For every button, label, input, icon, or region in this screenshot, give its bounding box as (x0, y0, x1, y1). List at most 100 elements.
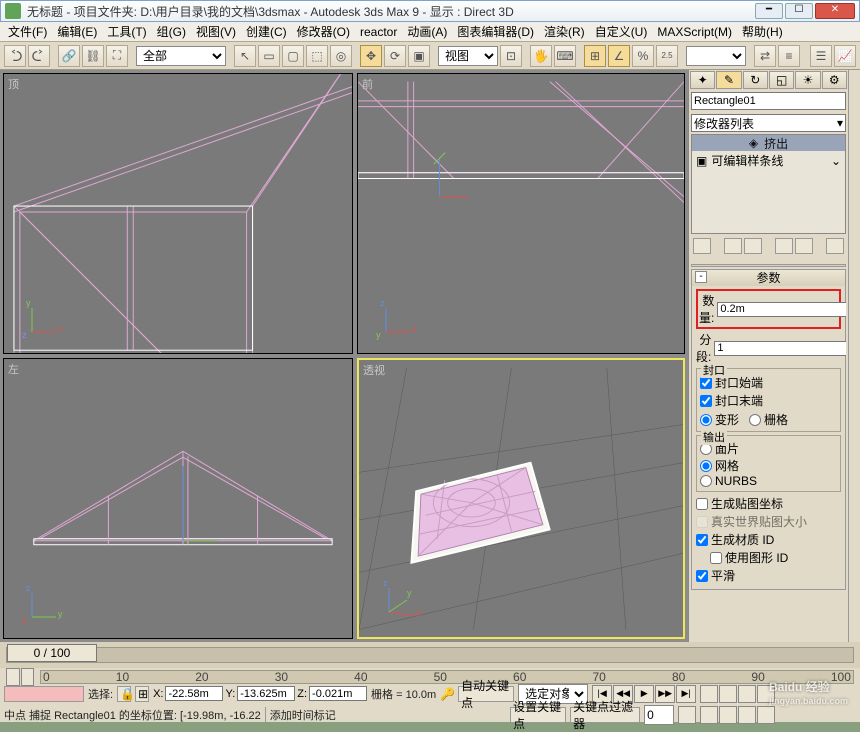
command-tab-0[interactable]: ✦ (690, 71, 715, 89)
menu-item[interactable]: 动画(A) (403, 21, 451, 42)
menu-item[interactable]: 图表编辑器(D) (453, 21, 538, 42)
menu-item[interactable]: 帮助(H) (738, 21, 787, 42)
amount-spinner[interactable]: ▴▾ (717, 302, 846, 317)
command-tab-5[interactable]: ⚙ (822, 71, 847, 89)
command-tab-4[interactable]: ☀ (795, 71, 820, 89)
segments-spinner[interactable]: ▴▾ (714, 341, 846, 356)
viewport-perspective[interactable]: 透视 (357, 358, 685, 639)
output-mesh-radio[interactable] (700, 460, 712, 472)
time-config-button[interactable] (678, 706, 696, 724)
unlink-button[interactable]: ⛓ (82, 45, 104, 67)
viewport-left[interactable]: 左 zyx (3, 358, 353, 639)
abs-rel-button[interactable]: ⊞ (135, 686, 149, 702)
link-button[interactable]: 🔗 (58, 45, 80, 67)
nav-min-button[interactable] (757, 706, 775, 724)
remove-modifier-button[interactable] (775, 238, 793, 254)
command-tab-1[interactable]: ✎ (716, 71, 741, 89)
move-button[interactable]: ✥ (360, 45, 382, 67)
modifier-stack-header[interactable]: ◈挤出 (692, 135, 845, 151)
align-button[interactable]: ≡ (778, 45, 800, 67)
keyfilter-button[interactable]: 关键点过滤器 (570, 707, 640, 723)
ref-coord-dropdown[interactable]: 视图 (438, 46, 498, 66)
output-nurbs-radio[interactable] (700, 475, 712, 487)
next-frame-button[interactable]: ▶▶ (655, 685, 675, 703)
keyboard-shortcut-button[interactable]: ⌨ (554, 45, 576, 67)
coord-y-input[interactable] (237, 686, 295, 701)
viewport-zoom-button[interactable] (719, 685, 737, 703)
modifier-list-dropdown[interactable]: 修改器列表▾ (691, 114, 846, 132)
setkey-button[interactable]: 设置关键点 (510, 707, 566, 723)
modifier-sets-button[interactable] (826, 238, 844, 254)
redo-button[interactable] (28, 45, 50, 67)
cap-morph-radio[interactable] (700, 414, 712, 426)
make-unique-button[interactable] (744, 238, 762, 254)
minimize-button[interactable]: ━ (755, 3, 783, 19)
smooth-checkbox[interactable] (696, 570, 708, 582)
menu-item[interactable]: reactor (356, 23, 401, 41)
menu-item[interactable]: MAXScript(M) (653, 23, 736, 41)
menu-item[interactable]: 修改器(O) (293, 21, 354, 42)
time-slider[interactable]: 0 / 100 (0, 642, 860, 668)
nav-max-button[interactable] (738, 706, 756, 724)
command-tab-2[interactable]: ↻ (743, 71, 768, 89)
window-crossing-button[interactable]: ⬚ (306, 45, 328, 67)
bind-button[interactable]: ⛶ (106, 45, 128, 67)
object-name-input[interactable] (691, 92, 846, 110)
track-bar[interactable]: 0102030405060708090100 (40, 670, 854, 684)
curve-editor-button[interactable]: 📈 (834, 45, 856, 67)
goto-end-button[interactable]: ▶| (676, 685, 696, 703)
panel-scrollbar[interactable] (848, 70, 860, 642)
snap-toggle-button[interactable]: ⊞ (584, 45, 606, 67)
pivot-center-button[interactable]: ⊡ (500, 45, 522, 67)
nav-walk-button[interactable] (719, 706, 737, 724)
maximize-button[interactable]: ☐ (785, 3, 813, 19)
coord-x-input[interactable] (165, 686, 223, 701)
viewport-front[interactable]: 前 zxy (357, 73, 685, 354)
modifier-stack[interactable]: ◈挤出 ▣可编辑样条线⌄ (691, 134, 846, 234)
viewport-top[interactable]: 顶 yxz (3, 73, 353, 354)
menu-item[interactable]: 组(G) (153, 21, 190, 42)
cap-start-checkbox[interactable] (700, 377, 712, 389)
play-button[interactable]: ▶ (634, 685, 654, 703)
menu-item[interactable]: 文件(F) (4, 21, 51, 42)
manipulate-button[interactable]: 🖐 (530, 45, 552, 67)
selection-filter-button[interactable]: ◎ (330, 45, 352, 67)
viewport-pan-button[interactable] (700, 685, 718, 703)
close-button[interactable]: ✕ (815, 3, 855, 19)
layer-button[interactable]: ☰ (810, 45, 832, 67)
select-name-button[interactable]: ▭ (258, 45, 280, 67)
menu-item[interactable]: 工具(T) (103, 21, 150, 42)
params-rollup-header[interactable]: -参数 (692, 270, 845, 286)
named-selection-set[interactable] (686, 46, 746, 66)
scale-button[interactable]: ▣ (408, 45, 430, 67)
mirror-button[interactable]: ⇄ (754, 45, 776, 67)
use-shapeid-checkbox[interactable] (710, 552, 722, 564)
viewport-zoomext-button[interactable] (738, 685, 756, 703)
autokey-button[interactable]: 自动关键点 (458, 686, 514, 702)
cap-grid-radio[interactable] (749, 414, 761, 426)
cap-end-checkbox[interactable] (700, 395, 712, 407)
percent-snap-button[interactable]: % (632, 45, 654, 67)
nav-arc-button[interactable] (700, 706, 718, 724)
region-rect-button[interactable]: ▢ (282, 45, 304, 67)
select-lock-button[interactable]: 🔒 (117, 686, 131, 702)
modifier-stack-item[interactable]: ▣可编辑样条线⌄ (692, 151, 845, 170)
menu-item[interactable]: 视图(V) (192, 21, 240, 42)
spinner-snap-button[interactable]: 2.5 (656, 45, 678, 67)
menu-item[interactable]: 编辑(E) (53, 21, 101, 42)
undo-button[interactable] (4, 45, 26, 67)
select-button[interactable]: ↖ (234, 45, 256, 67)
menu-item[interactable]: 创建(C) (242, 21, 291, 42)
coord-z-input[interactable] (309, 686, 367, 701)
gen-map-coords-checkbox[interactable] (696, 498, 708, 510)
time-slider-handle[interactable]: 0 / 100 (7, 644, 97, 662)
command-tab-3[interactable]: ◱ (769, 71, 794, 89)
rotate-button[interactable]: ⟳ (384, 45, 406, 67)
gen-matid-checkbox[interactable] (696, 534, 708, 546)
show-end-result-button[interactable] (724, 238, 742, 254)
selection-scope-dropdown[interactable]: 全部 (136, 46, 226, 66)
menu-item[interactable]: 自定义(U) (591, 21, 652, 42)
menu-item[interactable]: 渲染(R) (540, 21, 589, 42)
configure-sets-button[interactable] (795, 238, 813, 254)
angle-snap-button[interactable]: ∠ (608, 45, 630, 67)
